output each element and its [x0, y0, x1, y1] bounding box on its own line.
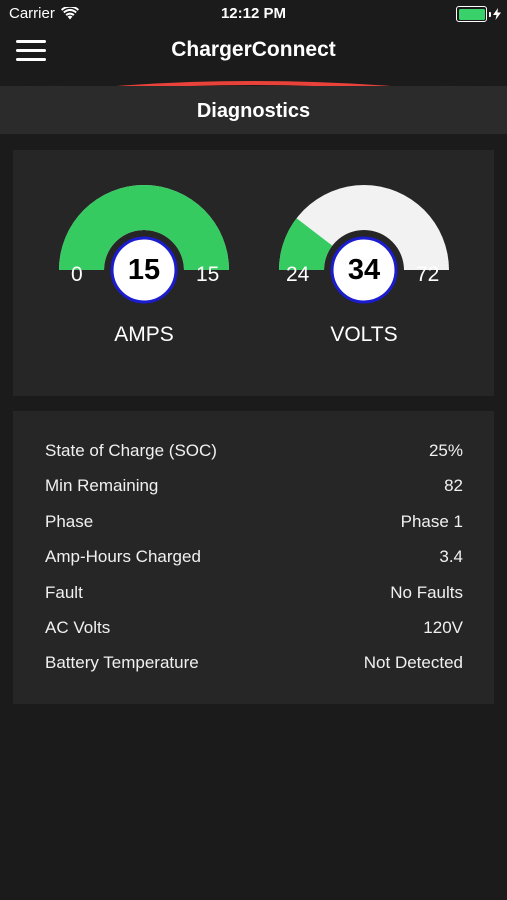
- volts-gauge-min: 24: [286, 263, 310, 286]
- gauges-card: 0 15 15 AMPS 24 34 72 VOLTS: [13, 150, 494, 396]
- info-row-phase: Phase Phase 1: [45, 512, 463, 536]
- battery-level: [458, 8, 485, 20]
- info-label: Amp-Hours Charged: [45, 547, 201, 566]
- info-label: Min Remaining: [45, 476, 159, 495]
- volts-gauge-max: 72: [416, 263, 440, 286]
- charging-bolt-icon: [493, 8, 501, 20]
- diagnostics-info-card: State of Charge (SOC) 25% Min Remaining …: [13, 411, 494, 704]
- info-value: 25%: [428, 441, 463, 460]
- volts-gauge: 24 34 72 VOLTS: [274, 175, 454, 355]
- info-label: AC Volts: [45, 618, 111, 637]
- amps-gauge-value: 15: [127, 254, 161, 286]
- status-time: 12:12 PM: [220, 5, 287, 22]
- info-value: No Faults: [390, 583, 463, 602]
- status-bar: Carrier 12:12 PM: [0, 0, 507, 28]
- volts-gauge-label: VOLTS: [330, 323, 398, 346]
- info-label: Battery Temperature: [45, 653, 199, 672]
- amps-gauge-max: 15: [196, 263, 220, 286]
- info-row-amp-hours: Amp-Hours Charged 3.4: [45, 547, 463, 571]
- amps-gauge-min: 0: [71, 263, 83, 286]
- volts-gauge-value: 34: [347, 254, 381, 286]
- info-value: 82: [444, 476, 463, 495]
- battery-icon: [456, 6, 501, 22]
- info-row-min-remaining: Min Remaining 82: [45, 476, 463, 500]
- info-label: Fault: [45, 583, 83, 602]
- info-value: 3.4: [439, 547, 463, 566]
- info-row-fault: Fault No Faults: [45, 583, 463, 607]
- amps-gauge: 0 15 15 AMPS: [54, 175, 234, 355]
- info-value: Phase 1: [400, 512, 463, 531]
- amps-gauge-label: AMPS: [114, 323, 174, 346]
- info-row-ac-volts: AC Volts 120V: [45, 618, 463, 642]
- info-row-battery-temperature: Battery Temperature Not Detected: [45, 653, 463, 677]
- info-label: Phase: [45, 512, 94, 531]
- info-row-soc: State of Charge (SOC) 25%: [45, 441, 463, 465]
- section-title: Diagnostics: [196, 100, 311, 122]
- section-header: Diagnostics: [0, 86, 507, 134]
- info-value: 120V: [423, 618, 463, 637]
- info-value: Not Detected: [363, 653, 463, 672]
- app-title: ChargerConnect: [171, 38, 336, 61]
- info-label: State of Charge (SOC): [45, 441, 217, 460]
